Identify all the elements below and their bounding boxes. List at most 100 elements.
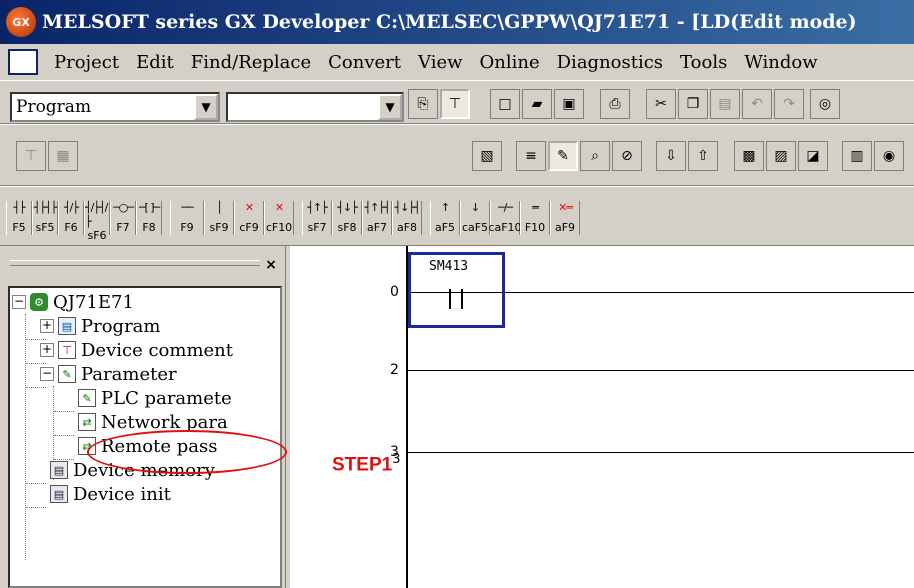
redo-icon[interactable]: ↷ (774, 89, 804, 119)
paste-icon[interactable]: ▤ (710, 89, 740, 119)
step-number: 3 (392, 452, 401, 467)
ladder-key-label: caF10 (488, 221, 522, 234)
document-window-icon[interactable] (8, 49, 38, 75)
copy-icon[interactable]: ❐ (678, 89, 708, 119)
ladder-symbol-icon: ┤↓├ (337, 201, 357, 214)
ladder-key-af8[interactable]: ┤↓├┤ aF8 (392, 201, 422, 235)
ladder-key-sf9[interactable]: │ sF9 (204, 201, 234, 235)
program-name-select[interactable]: ▼ (226, 92, 404, 122)
open-folder-icon[interactable]: ▰ (522, 89, 552, 119)
normally-open-contact-icon[interactable] (449, 289, 463, 309)
ladder-symbol-icon: ┤↑├┤ (364, 201, 390, 214)
collapse-icon[interactable]: − (40, 367, 54, 381)
ladder-key-caf10[interactable]: ─/─ caF10 (488, 201, 522, 235)
help-icon[interactable]: ◎ (810, 89, 840, 119)
tree-item-label: Device comment (81, 339, 233, 361)
data-type-select[interactable]: Program ▼ (10, 92, 220, 122)
write-mode-icon[interactable]: ✎ (548, 141, 578, 171)
tree-guide (25, 314, 26, 560)
contact-wire (467, 292, 502, 293)
close-icon[interactable]: × (262, 256, 280, 274)
ladder-key-f10[interactable]: ═ F10 (520, 201, 550, 235)
undo-icon[interactable]: ↶ (742, 89, 772, 119)
tree-guide (54, 435, 74, 436)
menu-window[interactable]: Window (744, 52, 817, 73)
tree-item-device-comment[interactable]: + ⊤ Device comment (40, 338, 233, 362)
device-list-icon[interactable]: ▧ (472, 141, 502, 171)
ladder-key-label: sF8 (337, 221, 357, 234)
ladder-key-label: F8 (142, 221, 156, 234)
ladder-key-cf9[interactable]: ✕ cF9 (234, 201, 264, 235)
tree-item-device-init[interactable]: ▤ Device init (50, 482, 171, 506)
ladder-symbol-icon: ── (181, 201, 193, 214)
tree-item-project[interactable]: − ⚙ QJ71E71 (12, 290, 134, 314)
write-plc-icon[interactable]: ⇧ (688, 141, 718, 171)
monitor-write-icon[interactable]: ⊘ (612, 141, 642, 171)
monitor-mode-icon[interactable]: ⌕ (580, 141, 610, 171)
ladder-key-f7[interactable]: ─○─ F7 (110, 201, 136, 235)
ladder-key-label: sF5 (35, 221, 55, 234)
plc-type-icon[interactable]: ⊤ (16, 141, 46, 171)
ladder-key-cf10[interactable]: ✕ cF10 (264, 201, 294, 235)
print-icon[interactable]: ⎙ (600, 89, 630, 119)
menu-edit[interactable]: Edit (136, 52, 174, 73)
chevron-down-icon[interactable]: ▼ (194, 94, 218, 120)
project-tree-icon[interactable]: ⊤ (440, 89, 470, 119)
tree-guide (26, 483, 46, 484)
menu-project[interactable]: Project (54, 52, 119, 73)
ladder-symbol-icon: ┤/├┤/├ (85, 201, 108, 228)
tree-item-parameter[interactable]: − ✎ Parameter (40, 362, 177, 386)
menu-convert[interactable]: Convert (328, 52, 401, 73)
ladder-symbol-icon: ┤/├ (64, 201, 79, 214)
window-title: MELSOFT series GX Developer C:\MELSEC\GP… (42, 11, 857, 33)
ladder-key-f8[interactable]: ─[ ]─ F8 (136, 201, 162, 235)
chevron-down-icon[interactable]: ▼ (378, 94, 402, 120)
convert-online-icon[interactable]: ◪ (798, 141, 828, 171)
parameter-icon[interactable]: ▦ (48, 141, 78, 171)
read-plc-icon[interactable]: ⇩ (656, 141, 686, 171)
save-icon[interactable]: ▣ (554, 89, 584, 119)
tree-item-program[interactable]: + ▤ Program (40, 314, 160, 338)
menu-diagnostics[interactable]: Diagnostics (557, 52, 663, 73)
monitor-start-icon[interactable]: ◉ (874, 141, 904, 171)
step1-label: STEP1 (332, 454, 393, 476)
convert-all-icon[interactable]: ▨ (766, 141, 796, 171)
ladder-mode-icon[interactable]: ≡ (516, 141, 546, 171)
ladder-key-label: F9 (180, 221, 194, 234)
ladder-key-f6[interactable]: ┤/├ F6 (58, 201, 84, 235)
cut-icon[interactable]: ✂ (646, 89, 676, 119)
ladder-key-sf6[interactable]: ┤/├┤/├ sF6 (84, 201, 110, 242)
new-file-icon[interactable]: □ (490, 89, 520, 119)
ladder-editor[interactable]: 0 2 3 SM413 STEP13 (290, 246, 914, 588)
ladder-cursor[interactable]: SM413 (408, 252, 505, 328)
pane-grip[interactable] (10, 260, 260, 266)
network-parameter-icon: ⇄ (78, 413, 96, 431)
ladder-key-sf7[interactable]: ┤↑├ sF7 (302, 201, 332, 235)
device-batch-icon[interactable]: ▥ (842, 141, 872, 171)
convert-icon[interactable]: ▩ (734, 141, 764, 171)
ladder-key-af5[interactable]: ↑ aF5 (430, 201, 460, 235)
ladder-symbol-icon: ✕═ (558, 201, 573, 214)
ladder-key-caf5[interactable]: ↓ caF5 (460, 201, 490, 235)
gx-developer-app-icon[interactable]: GX (6, 7, 36, 37)
menu-find-replace[interactable]: Find/Replace (191, 52, 311, 73)
tree-item-label: Device init (73, 483, 171, 505)
ladder-key-f9[interactable]: ── F9 (170, 201, 204, 235)
ladder-key-af9[interactable]: ✕═ aF9 (550, 201, 580, 235)
ladder-key-af7[interactable]: ┤↑├┤ aF7 (362, 201, 392, 235)
expand-icon[interactable]: + (40, 343, 54, 357)
network-parameter-highlight (87, 430, 287, 474)
ladder-key-sf8[interactable]: ┤↓├ sF8 (332, 201, 362, 235)
tree-guide (26, 507, 46, 508)
expand-icon[interactable]: + (40, 319, 54, 333)
menu-tools[interactable]: Tools (680, 52, 727, 73)
menu-online[interactable]: Online (480, 52, 540, 73)
ladder-key-sf5[interactable]: ┤├┤├ sF5 (32, 201, 58, 235)
tree-item-plc-parameter[interactable]: ✎ PLC paramete (78, 386, 232, 410)
ladder-key-label: aF7 (366, 221, 388, 234)
menu-view[interactable]: View (418, 52, 463, 73)
ladder-key-label: aF8 (396, 221, 418, 234)
collapse-icon[interactable]: − (12, 295, 26, 309)
page-setup-icon[interactable]: ⎘ (408, 89, 438, 119)
ladder-key-f5[interactable]: ┤├ F5 (6, 201, 32, 235)
